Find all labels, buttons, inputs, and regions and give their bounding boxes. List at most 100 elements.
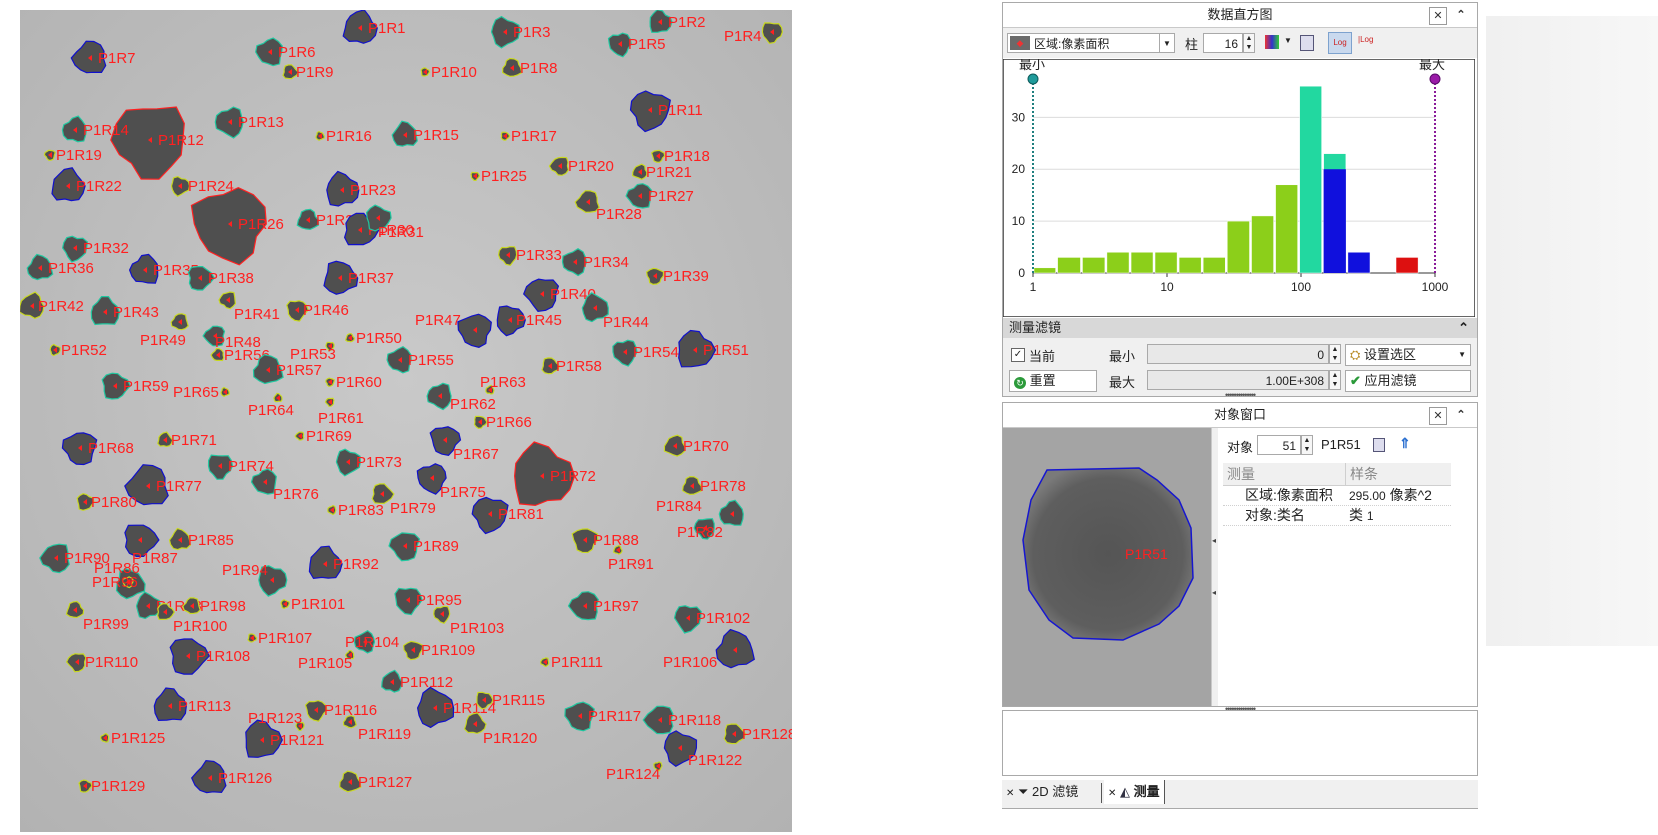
close-icon[interactable]: ✕	[1108, 788, 1116, 799]
object-number-stepper[interactable]: ▲ ▼	[1301, 435, 1313, 455]
colony-label: P1R120	[483, 730, 537, 747]
histogram-bar[interactable]	[1275, 184, 1298, 274]
measure-select[interactable]: ◆ 区域:像素面积 ▼	[1007, 33, 1175, 53]
min-threshold-label: 最小	[1019, 59, 1045, 72]
min-threshold-handle[interactable]	[1027, 73, 1039, 85]
histogram-bar[interactable]	[1395, 257, 1419, 274]
colony-label: P1R126	[218, 770, 272, 787]
colony-label: P1R28	[596, 206, 642, 223]
colony-label: P1R82	[677, 524, 723, 541]
histogram-bar[interactable]	[1106, 251, 1130, 274]
histogram-bar[interactable]	[1347, 251, 1371, 274]
bins-input[interactable]: 16	[1203, 33, 1243, 53]
object-preview[interactable]: P1R51	[1003, 428, 1211, 706]
color-palette-icon[interactable]	[1265, 35, 1279, 49]
table-row[interactable]: 区域:像素面积 295.00 像素^2	[1223, 486, 1451, 506]
log-y-icon[interactable]: Log	[1328, 32, 1352, 54]
histogram-bar[interactable]	[1057, 257, 1081, 274]
colony-label: P1R117	[588, 708, 641, 725]
histogram-bar[interactable]	[1178, 257, 1202, 274]
max-threshold-label: 最大	[1419, 59, 1445, 72]
measure-tab-icon: ◭	[1120, 784, 1131, 799]
colony-label: P1R70	[683, 438, 729, 455]
colony-label: P1R8	[520, 60, 558, 77]
colony-label: P1R27	[648, 188, 694, 205]
colony-label: P1R69	[306, 428, 352, 445]
close-icon[interactable]: ✕	[1006, 788, 1014, 799]
preview-splitter[interactable]: ◂ ◂	[1211, 428, 1218, 706]
max-input[interactable]: 1.00E+308	[1147, 370, 1329, 390]
histogram-bar[interactable]	[1082, 257, 1106, 274]
colony-label: P1R33	[516, 247, 562, 264]
colony-label: P1R60	[336, 374, 382, 391]
colony-label: P1R46	[303, 302, 349, 319]
histogram-bar[interactable]	[1251, 215, 1274, 274]
histogram-bar[interactable]	[1299, 85, 1322, 274]
colony-image-canvas[interactable]: P1R1 P1R2 P1R3 P1R4 P1R5 P1R6 P1R7 P1R8 P1R9 P1R1…	[20, 10, 792, 832]
apply-filter-label: 应用滤镜	[1364, 373, 1417, 388]
colony-label: P1R78	[700, 478, 746, 495]
histogram-bar[interactable]	[1227, 220, 1250, 274]
collapse-icon[interactable]: ⌃	[1453, 407, 1469, 423]
tab-2d-filter[interactable]: ✕ ⏷ 2D 滤镜	[1002, 780, 1082, 804]
colony-label: P1R44	[603, 314, 649, 331]
object-label: 对象	[1227, 440, 1254, 455]
object-window-titlebar: 对象窗口 ✕ ⌃	[1003, 403, 1477, 428]
colony-label: P1R51	[703, 342, 749, 359]
colony-label: P1R81	[498, 506, 544, 523]
histogram-bar-segment[interactable]	[1323, 169, 1346, 273]
colony-image-view[interactable]: P1R1 P1R2 P1R3 P1R4 P1R5 P1R6 P1R7 P1R8 P1R9 P1R1…	[20, 10, 792, 832]
splitter-grip[interactable]: ••••••••••••••	[1003, 391, 1477, 400]
colony-label: P1R21	[646, 164, 692, 181]
apply-filter-button[interactable]: ✔ 应用滤镜	[1345, 370, 1471, 392]
colony-label: P1R111	[551, 654, 603, 671]
close-icon[interactable]: ✕	[1429, 407, 1447, 425]
object-number-input[interactable]: 51	[1257, 435, 1301, 455]
colony-label: P1R20	[568, 158, 614, 175]
close-icon[interactable]: ✕	[1429, 7, 1447, 25]
filter-header: 测量滤镜 ⌃	[1003, 318, 1477, 338]
measurement-filter-panel: 测量滤镜 ⌃ ✓ 当前 ↻ 重置 最小 最大 0 ▲ ▼ 1.00E+308 ▲ ▼…	[1002, 318, 1478, 400]
histogram-bar[interactable]	[1033, 267, 1056, 274]
palette-dropdown-icon[interactable]: ▼	[1284, 36, 1292, 45]
max-stepper[interactable]: ▲ ▼	[1329, 370, 1341, 390]
collapse-icon[interactable]: ⌃	[1453, 7, 1469, 23]
min-input[interactable]: 0	[1147, 344, 1329, 364]
copy-icon[interactable]	[1373, 438, 1385, 452]
histogram-bar[interactable]	[1130, 251, 1154, 274]
tab-measure[interactable]: ✕ ◭ 测量	[1104, 780, 1165, 804]
histogram-bar[interactable]	[1202, 257, 1226, 274]
colony-label: P1R128	[742, 726, 792, 743]
colony-label: P1R15	[413, 127, 459, 144]
x-tick-label: 1000	[1422, 280, 1449, 294]
colony-label: P1R76	[273, 486, 319, 503]
colony-label: P1R23	[350, 182, 396, 199]
colony-label: P1R72	[550, 468, 596, 485]
histogram-chart[interactable]: 0 10 20 30 1 10 100 1000 最小 最大	[1003, 59, 1475, 317]
colony-label: P1R43	[113, 304, 159, 321]
navigate-up-icon[interactable]: ⇑	[1399, 435, 1411, 452]
colony-label: P1R42	[38, 298, 84, 315]
current-checkbox[interactable]: ✓	[1011, 348, 1025, 362]
bins-stepper[interactable]: ▲ ▼	[1243, 33, 1255, 53]
colony-label: P1R71	[171, 432, 217, 449]
max-threshold-handle[interactable]	[1429, 73, 1441, 85]
colony-label: P1R9	[296, 64, 334, 81]
table-row[interactable]: 对象:类名 类 1	[1223, 506, 1451, 526]
histogram-bar[interactable]	[1154, 251, 1178, 274]
table-header: 测量 样条	[1223, 463, 1451, 486]
log-x-icon[interactable]: |Log	[1358, 35, 1373, 44]
set-selection-dropdown[interactable]: ⛭ 设置选区 ▼	[1345, 344, 1471, 366]
reset-button[interactable]: ↻ 重置	[1009, 370, 1097, 392]
colony-label: P1R96	[92, 574, 138, 591]
collapse-icon[interactable]: ⌃	[1458, 318, 1469, 338]
colony-label: P1R122	[688, 752, 742, 769]
colony-label: P1R98	[200, 598, 246, 615]
chevron-down-icon[interactable]: ▼	[1159, 34, 1174, 52]
row-value-number: 295.00	[1349, 489, 1386, 503]
max-value: 1.00E+308	[1265, 374, 1324, 388]
min-stepper[interactable]: ▲ ▼	[1329, 344, 1341, 364]
colony-label: P1R90	[64, 550, 110, 567]
copy-icon[interactable]	[1300, 35, 1314, 51]
colony-label: P1R99	[83, 616, 129, 633]
